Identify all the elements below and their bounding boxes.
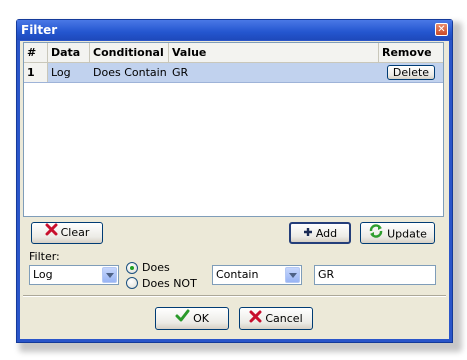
plus-icon xyxy=(303,224,313,244)
filter-dialog: Filter ✕ # Data Conditional Value Remove… xyxy=(16,19,453,343)
red-x-icon xyxy=(249,309,262,330)
checkmark-icon xyxy=(175,309,190,330)
filter-label: Filter: xyxy=(29,250,60,263)
chevron-down-icon[interactable] xyxy=(285,267,300,283)
column-header-number[interactable]: # xyxy=(24,43,48,62)
radio-does[interactable] xyxy=(126,262,138,274)
column-header-data[interactable]: Data xyxy=(48,43,90,62)
divider xyxy=(23,295,446,297)
close-button[interactable]: ✕ xyxy=(435,23,448,36)
field-select[interactable]: Log xyxy=(29,265,119,285)
chevron-down-icon[interactable] xyxy=(102,267,117,283)
red-x-icon xyxy=(45,223,58,243)
row-number: 1 xyxy=(24,63,48,82)
column-header-remove[interactable]: Remove xyxy=(379,43,443,62)
condition-select-value: Contain xyxy=(216,268,259,281)
window-title: Filter xyxy=(21,23,58,37)
add-label: Add xyxy=(315,227,338,240)
update-label: Update xyxy=(387,227,427,241)
column-header-value[interactable]: Value xyxy=(169,43,379,62)
filter-table[interactable]: # Data Conditional Value Remove 1 Log Do… xyxy=(23,42,444,217)
radio-does-label[interactable]: Does xyxy=(142,261,170,274)
row-data: Log xyxy=(51,66,71,79)
refresh-icon xyxy=(368,223,384,246)
ok-label: OK xyxy=(193,312,209,325)
table-header: # Data Conditional Value Remove xyxy=(24,43,443,63)
radio-does-not[interactable] xyxy=(126,277,138,289)
field-select-value: Log xyxy=(33,268,53,281)
radio-does-not-label[interactable]: Does NOT xyxy=(142,277,197,290)
update-button[interactable]: Update xyxy=(360,222,435,244)
add-button[interactable]: Add xyxy=(289,222,351,244)
cancel-button[interactable]: Cancel xyxy=(239,307,313,330)
dialog-body: # Data Conditional Value Remove 1 Log Do… xyxy=(20,41,449,339)
title-bar[interactable]: Filter ✕ xyxy=(17,20,452,40)
table-row[interactable]: 1 Log Does Contain GR Delete xyxy=(24,63,443,83)
value-input[interactable]: GR xyxy=(314,265,436,285)
ok-button[interactable]: OK xyxy=(155,307,229,330)
row-conditional: Does Contain xyxy=(93,66,167,79)
delete-button[interactable]: Delete xyxy=(387,65,435,80)
clear-label: Clear xyxy=(60,226,90,239)
clear-button[interactable]: Clear xyxy=(31,222,103,244)
row-value: GR xyxy=(172,66,189,79)
cancel-label: Cancel xyxy=(265,312,303,325)
close-icon: ✕ xyxy=(437,24,446,35)
condition-select[interactable]: Contain xyxy=(212,265,302,285)
column-header-conditional[interactable]: Conditional xyxy=(90,43,169,62)
